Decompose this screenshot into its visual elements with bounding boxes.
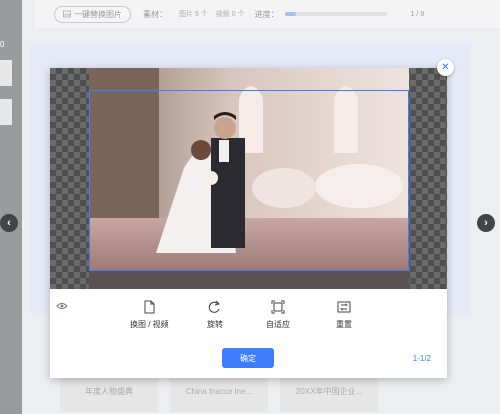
template-card-title: China fnacce lne... xyxy=(185,386,253,396)
close-icon[interactable]: ✕ xyxy=(437,59,454,76)
file-icon xyxy=(144,300,155,314)
prev-arrow-icon[interactable]: ‹ xyxy=(0,214,18,232)
fit-label: 自适应 xyxy=(266,320,290,329)
left-panel-number: 0 xyxy=(0,40,5,49)
left-panel-strip: 0 xyxy=(0,0,22,414)
image-edit-modal: 换图 / 视频 旋转 自适应 重置 确定 1-1/2 xyxy=(50,68,447,378)
material-label: 素材： xyxy=(143,9,167,19)
page-indicator: 1-1/2 xyxy=(412,354,431,363)
reset-icon xyxy=(337,301,351,313)
top-toolbar: 一键替换图片 素材： 图片 9 个 视频 0 个 进度： 1 / 9 xyxy=(34,0,500,28)
replace-media-label: 换图 / 视频 xyxy=(130,320,169,329)
left-panel-field[interactable] xyxy=(0,60,12,86)
left-panel-field[interactable] xyxy=(0,99,12,125)
next-arrow-icon[interactable]: › xyxy=(477,214,495,232)
eye-icon[interactable] xyxy=(56,302,68,310)
progress-fill xyxy=(284,12,296,16)
crop-stage xyxy=(50,68,447,289)
rotate-button[interactable]: 旋转 xyxy=(207,300,223,330)
rotate-label: 旋转 xyxy=(207,320,223,329)
template-card-title: 20XX年中国企业... xyxy=(295,386,363,396)
fit-button[interactable]: 自适应 xyxy=(266,300,290,330)
fit-icon xyxy=(271,300,285,314)
confirm-button[interactable]: 确定 xyxy=(222,348,274,368)
replace-images-label: 一键替换图片 xyxy=(74,9,122,19)
progress-label: 进度： xyxy=(254,9,279,19)
image-icon xyxy=(63,10,71,18)
reset-button[interactable]: 重置 xyxy=(336,300,352,330)
rotate-icon xyxy=(208,300,221,313)
progress-bar xyxy=(284,12,387,16)
template-card-title: 年度人物盛典 xyxy=(85,386,133,396)
image-count: 图片 9 个 xyxy=(179,11,208,18)
progress-count: 1 / 9 xyxy=(410,10,425,18)
reset-label: 重置 xyxy=(336,320,352,329)
edit-toolbar: 换图 / 视频 旋转 自适应 重置 xyxy=(50,296,447,340)
replace-images-button[interactable]: 一键替换图片 xyxy=(54,5,131,23)
video-count: 视频 0 个 xyxy=(215,11,245,18)
crop-frame[interactable] xyxy=(89,90,409,271)
replace-media-button[interactable]: 换图 / 视频 xyxy=(130,300,169,330)
